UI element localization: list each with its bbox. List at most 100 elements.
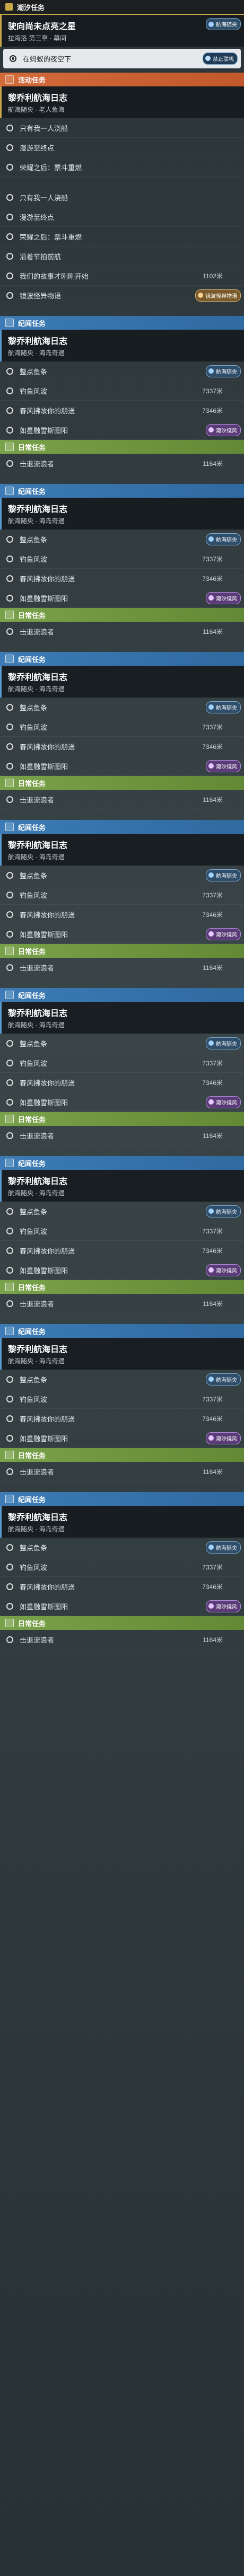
ji-step[interactable]: 整点鱼条 航海随央 — [0, 361, 244, 381]
ji-step[interactable]: 钓鱼风波 7337米 — [0, 1389, 244, 1409]
ji-quest-card[interactable]: 黎乔利航海日志 航海随央 · 海岛奇遇 — [0, 1338, 244, 1370]
step-label: 击退流浪者 — [20, 628, 55, 636]
event-step[interactable]: 漫游至终点 — [0, 207, 244, 227]
daily-quest-header[interactable]: 日常任务 — [0, 1280, 244, 1294]
daily-quest-header[interactable]: 日常任务 — [0, 776, 244, 790]
daily-quest-header[interactable]: 日常任务 — [0, 1448, 244, 1462]
ji-step[interactable]: 钓鱼风波 7337米 — [0, 1557, 244, 1577]
ji-quest-card[interactable]: 黎乔利航海日志 航海随央 · 海岛奇遇 — [0, 1002, 244, 1034]
event-step[interactable]: 镜波怪异物语 镜波怪异物语 — [0, 286, 244, 305]
step-icon — [6, 1039, 13, 1047]
step-label: 钓鱼风波 — [20, 1059, 48, 1068]
ji-step[interactable]: 整点鱼条 航海随央 — [0, 866, 244, 885]
ji-step[interactable]: 整点鱼条 航海随央 — [0, 1370, 244, 1389]
ji-step[interactable]: 如星融雪斯图阳 潮汐绕风 — [0, 420, 244, 440]
ji-quest-header[interactable]: 纪闻任务 — [0, 484, 244, 498]
ji-step[interactable]: 钓鱼风波 7337米 — [0, 717, 244, 737]
event-step[interactable]: 漫游至终点 — [0, 138, 244, 157]
daily-header-label: 日常任务 — [18, 443, 46, 452]
ji-step[interactable]: 整点鱼条 航海随央 — [0, 698, 244, 717]
ji-step[interactable]: 钓鱼风波 7337米 — [0, 549, 244, 569]
ji-icon — [5, 1159, 14, 1167]
ji-quest-card[interactable]: 黎乔利航海日志 航海随央 · 海岛奇遇 — [0, 330, 244, 361]
ji-quest-card[interactable]: 黎乔利航海日志 航海随央 · 海岛奇遇 — [0, 498, 244, 530]
ji-step[interactable]: 如星融雪斯图阳 潮汐绕风 — [0, 924, 244, 944]
step-icon — [6, 367, 13, 375]
step-icon — [6, 628, 13, 635]
daily-step[interactable]: 击退流浪者 1164米 — [0, 958, 244, 977]
step-label: 春风拂故你的朋送 — [20, 911, 75, 919]
tide-icon — [5, 3, 13, 11]
daily-quest-header[interactable]: 日常任务 — [0, 1616, 244, 1630]
ji-step[interactable]: 整点鱼条 航海随央 — [0, 530, 244, 549]
tide-header-label: 潮汐任务 — [17, 3, 45, 12]
event-quest-card[interactable]: 黎乔利航海日志 航海随央 · 老人鱼海 航海随央 — [0, 18, 244, 118]
ji-header-label: 纪闻任务 — [18, 823, 46, 832]
ji-step[interactable]: 整点鱼条 航海随央 — [0, 1538, 244, 1557]
ji-step[interactable]: 钓鱼风波 7337米 — [0, 1053, 244, 1073]
step-icon — [6, 1468, 13, 1475]
tide-current-step[interactable]: 在蚂蚁的夜空下 禁止联机 — [3, 49, 241, 68]
ji-step[interactable]: 如星融雪斯图阳 潮汐绕风 — [0, 588, 244, 608]
ji-quest-header[interactable]: 纪闻任务 — [0, 1324, 244, 1338]
event-step[interactable]: 荣耀之后：票斗重燃 — [0, 157, 244, 177]
ji-step[interactable]: 春风拂故你的朋送 7346米 — [0, 1409, 244, 1428]
daily-header-label: 日常任务 — [18, 1115, 46, 1124]
daily-step[interactable]: 击退流浪者 1164米 — [0, 454, 244, 473]
ji-step[interactable]: 春风拂故你的朋送 7346米 — [0, 1241, 244, 1260]
daily-step[interactable]: 击退流浪者 1164米 — [0, 1462, 244, 1481]
ji-step[interactable]: 如星融雪斯图阳 潮汐绕风 — [0, 1596, 244, 1616]
daily-step[interactable]: 击退流浪者 1164米 — [0, 1294, 244, 1313]
ji-quest-header[interactable]: 纪闻任务 — [0, 820, 244, 834]
offline-badge: 禁止联机 — [203, 52, 238, 65]
daily-step[interactable]: 击退流浪者 1164米 — [0, 1630, 244, 1649]
event-step[interactable]: 只有我一人浇船 — [0, 118, 244, 138]
ji-quest-header[interactable]: 纪闻任务 — [0, 316, 244, 330]
ji-step[interactable]: 如星融雪斯图阳 潮汐绕风 — [0, 1092, 244, 1112]
ji-quest-card[interactable]: 黎乔利航海日志 航海随央 · 海岛奇遇 — [0, 1506, 244, 1538]
ji-section: 纪闻任务 黎乔利航海日志 航海随央 · 海岛奇遇 整点鱼条 航海随央 钓鱼风波 73… — [0, 305, 244, 473]
daily-quest-header[interactable]: 日常任务 — [0, 1112, 244, 1126]
step-icon — [6, 426, 13, 434]
event-quest-header[interactable]: 活动任务 — [0, 73, 244, 86]
step-icon — [6, 1375, 13, 1383]
ji-quest-card[interactable]: 黎乔利航海日志 航海随央 · 海岛奇遇 — [0, 1170, 244, 1202]
ji-step[interactable]: 整点鱼条 航海随央 — [0, 1202, 244, 1221]
daily-quest-header[interactable]: 日常任务 — [0, 944, 244, 958]
ji-step[interactable]: 如星融雪斯图阳 潮汐绕风 — [0, 1260, 244, 1280]
ji-step[interactable]: 春风拂故你的朋送 7346米 — [0, 569, 244, 588]
ji-step[interactable]: 春风拂故你的朋送 7346米 — [0, 401, 244, 420]
ji-quest-subtitle: 航海随央 · 海岛奇遇 — [8, 1021, 65, 1029]
daily-quest-header[interactable]: 日常任务 — [0, 440, 244, 454]
daily-step[interactable]: 击退流浪者 1164米 — [0, 622, 244, 641]
event-step[interactable]: 只有我一人浇船 — [0, 188, 244, 207]
distance: 7346米 — [202, 575, 223, 583]
daily-step[interactable]: 击退流浪者 1164米 — [0, 1126, 244, 1145]
event-step[interactable]: 我们的故事才刚刚开始 1102米 — [0, 266, 244, 286]
tide-quest-subtitle: 拉海洛 第三章 · 幕间 — [8, 34, 66, 42]
event-step[interactable]: 沿着节拍前航 — [0, 246, 244, 266]
ji-quest-card[interactable]: 黎乔利航海日志 航海随央 · 海岛奇遇 — [0, 834, 244, 866]
ji-step[interactable]: 春风拂故你的朋送 7346米 — [0, 905, 244, 924]
daily-step[interactable]: 击退流浪者 1164米 — [0, 790, 244, 809]
ji-step[interactable]: 春风拂故你的朋送 7346米 — [0, 1073, 244, 1092]
distance: 7346米 — [202, 407, 223, 414]
ji-step[interactable]: 春风拂故你的朋送 7346米 — [0, 737, 244, 756]
ji-step[interactable]: 春风拂故你的朋送 7346米 — [0, 1577, 244, 1596]
step-label: 整点鱼条 — [20, 1543, 48, 1552]
ji-step[interactable]: 钓鱼风波 7337米 — [0, 1221, 244, 1241]
ji-step[interactable]: 如星融雪斯图阳 潮汐绕风 — [0, 1428, 244, 1448]
tide-quest-header[interactable]: 潮汐任务 — [0, 0, 244, 15]
ji-step[interactable]: 整点鱼条 航海随央 — [0, 1034, 244, 1053]
ji-section: 纪闻任务 黎乔利航海日志 航海随央 · 海岛奇遇 整点鱼条 航海随央 钓鱼风波 73… — [0, 809, 244, 977]
ji-quest-header[interactable]: 纪闻任务 — [0, 1492, 244, 1506]
ji-step[interactable]: 钓鱼风波 7337米 — [0, 381, 244, 401]
event-step[interactable]: 荣耀之后：票斗重燃 — [0, 227, 244, 246]
daily-quest-header[interactable]: 日常任务 — [0, 608, 244, 622]
ji-quest-header[interactable]: 纪闻任务 — [0, 988, 244, 1002]
ji-quest-header[interactable]: 纪闻任务 — [0, 1156, 244, 1170]
ji-quest-card[interactable]: 黎乔利航海日志 航海随央 · 海岛奇遇 — [0, 666, 244, 698]
ji-step[interactable]: 钓鱼风波 7337米 — [0, 885, 244, 905]
ji-step[interactable]: 如星融雪斯图阳 潮汐绕风 — [0, 756, 244, 776]
ji-quest-header[interactable]: 纪闻任务 — [0, 652, 244, 666]
